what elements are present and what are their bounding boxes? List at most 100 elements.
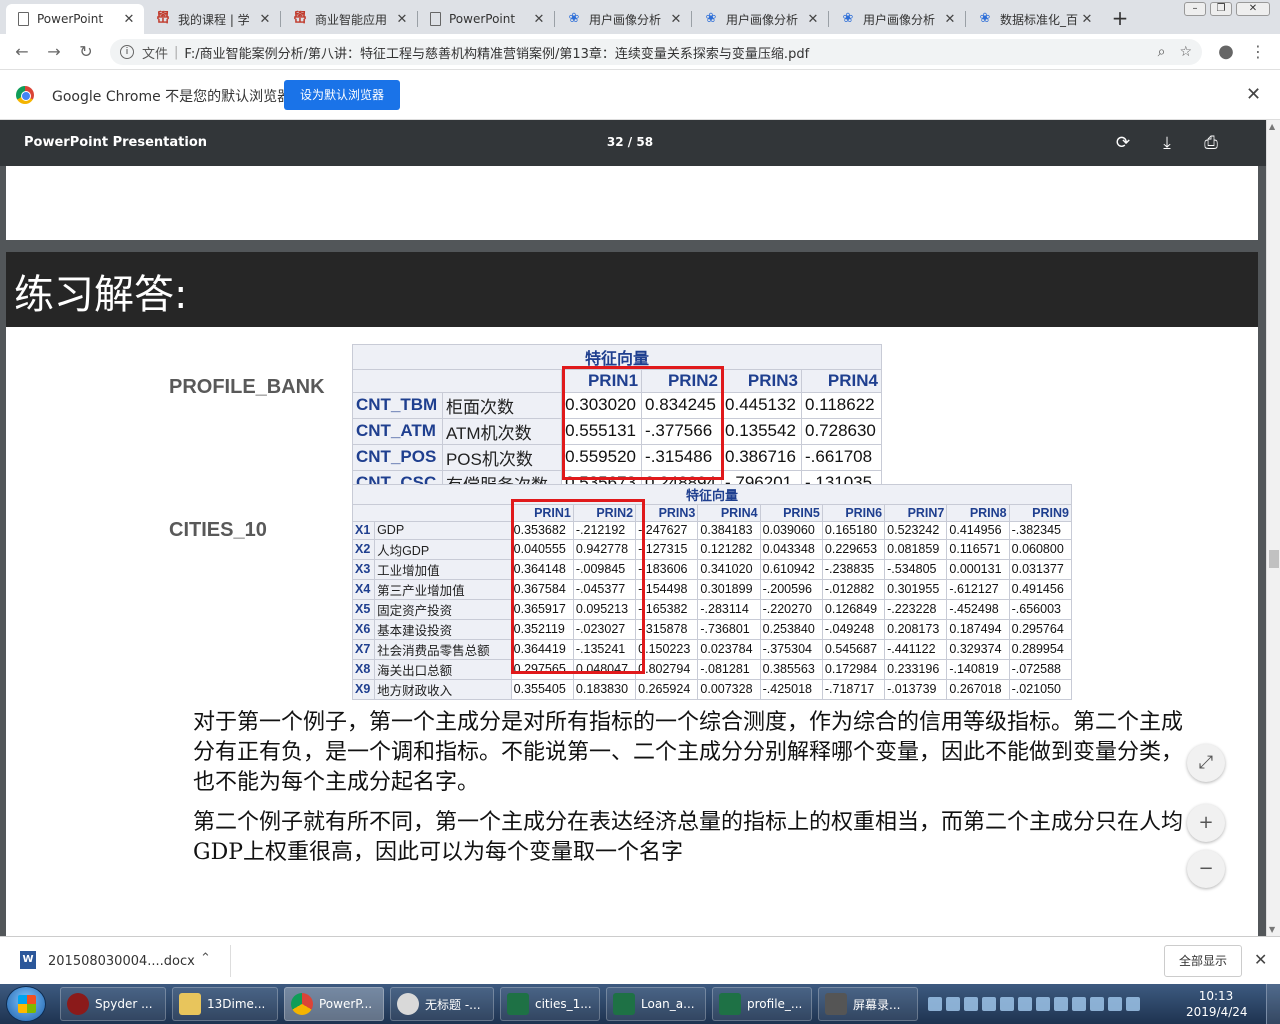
start-button[interactable] <box>6 986 46 1022</box>
download-filename[interactable]: 201508030004....docx <box>48 954 195 969</box>
flag-icon[interactable] <box>1090 997 1104 1011</box>
infobar-close-icon[interactable]: ✕ <box>1246 84 1261 105</box>
taskbar-item-chrome[interactable]: PowerP... <box>284 987 384 1021</box>
restore-icon[interactable]: ❐ <box>1210 2 1232 16</box>
fit-to-page-icon[interactable]: ⤢ <box>1187 744 1225 782</box>
taskbar-clock[interactable]: 10:13 2019/4/24 <box>1186 988 1248 1020</box>
new-tab-plus-icon[interactable]: + <box>1110 6 1130 30</box>
vertical-scrollbar[interactable]: ▲ ▼ <box>1266 120 1280 936</box>
clock-time: 10:13 <box>1198 989 1234 1003</box>
taskbar-item-excel-cities[interactable]: cities_1... <box>500 987 600 1021</box>
url-text[interactable]: F:/商业智能案例分析/第八讲：特征工程与慈善机构精准营销案例/第13章：连续变… <box>184 43 809 62</box>
profile-avatar-icon[interactable]: ● <box>1214 40 1238 64</box>
table-cell: -.425018 <box>759 678 823 700</box>
table-cell: 0.060800 <box>1008 538 1073 560</box>
browser-tab-7[interactable]: ❀ 用户画像分析 ✕ <box>829 4 965 34</box>
reload-icon[interactable]: ↻ <box>74 40 98 64</box>
excel-icon <box>507 993 529 1015</box>
shelf-close-icon[interactable]: ✕ <box>1254 950 1267 969</box>
page-indicator[interactable]: 32 / 58 <box>594 135 666 149</box>
table-cell: -.375304 <box>759 638 823 660</box>
tray-icon[interactable] <box>1018 997 1032 1011</box>
close-icon[interactable]: ✕ <box>669 12 683 27</box>
table-cell: -.200596 <box>759 578 823 600</box>
column-header: PRIN7 <box>884 503 948 523</box>
row-code: CNT_ATM <box>352 417 443 445</box>
table-cell: 0.329374 <box>946 638 1010 660</box>
taskbar-item-spyder[interactable]: Spyder ... <box>60 987 166 1021</box>
cities-table: 特征向量 PRIN1 PRIN2 PRIN3 PRIN4 PRIN5 PRIN6… <box>351 484 1073 700</box>
table-row: X2 人均GDP 0.040555 0.942778 -.127315 0.12… <box>351 538 1073 560</box>
info-icon[interactable]: i <box>120 45 134 59</box>
table-cell: 0.208173 <box>884 618 948 640</box>
tab-title: 用户画像分析 <box>863 12 936 27</box>
tray-icon[interactable] <box>1000 997 1014 1011</box>
row-label: ATM机次数 <box>441 417 563 445</box>
tray-icon[interactable] <box>982 997 996 1011</box>
back-arrow-icon[interactable]: ← <box>10 40 34 64</box>
browser-tab-5[interactable]: ❀ 用户画像分析 ✕ <box>555 4 691 34</box>
network-icon[interactable] <box>1072 997 1086 1011</box>
table-cell: -.223228 <box>884 598 948 620</box>
print-icon[interactable]: ⎙ <box>1200 132 1222 154</box>
row-label: 第三产业增加值 <box>374 578 512 600</box>
taskbar-item-excel-profile[interactable]: profile_... <box>712 987 812 1021</box>
tray-icon[interactable] <box>1108 997 1122 1011</box>
browser-tab-6[interactable]: ❀ 用户画像分析 ✕ <box>692 4 828 34</box>
chrome-icon <box>291 993 313 1015</box>
zoom-out-icon[interactable]: − <box>1187 850 1225 888</box>
browser-tab-8[interactable]: ❀ 数据标准化_百 ✕ <box>966 4 1102 34</box>
browser-tab-3[interactable]: 嶨 商业智能应用 ✕ <box>281 4 417 34</box>
volume-icon[interactable] <box>1054 997 1068 1011</box>
set-default-browser-button[interactable]: 设为默认浏览器 <box>284 80 400 110</box>
row-label: GDP <box>374 521 512 540</box>
table-cell: 0.000131 <box>946 558 1010 580</box>
scroll-thumb[interactable] <box>1269 550 1279 568</box>
tray-icon[interactable] <box>1126 997 1140 1011</box>
close-icon[interactable]: ✕ <box>806 12 820 27</box>
row-label: 海关出口总额 <box>374 658 512 680</box>
minimize-icon[interactable]: – <box>1184 2 1206 16</box>
show-all-downloads-button[interactable]: 全部显示 <box>1164 945 1242 977</box>
menu-kebab-icon[interactable]: ⋮ <box>1246 40 1270 64</box>
address-bar[interactable]: i 文件 | F:/商业智能案例分析/第八讲：特征工程与慈善机构精准营销案例/第… <box>110 39 1202 65</box>
close-icon[interactable]: ✕ <box>943 12 957 27</box>
paw-icon: ❀ <box>979 11 991 26</box>
zoom-in-icon[interactable]: + <box>1187 804 1225 842</box>
browser-tab-4[interactable]: PowerPoint ✕ <box>418 4 554 34</box>
show-desktop-button[interactable] <box>1266 984 1280 1024</box>
close-icon[interactable]: ✕ <box>122 12 136 27</box>
close-window-icon[interactable]: ✕ <box>1236 2 1270 16</box>
close-icon[interactable]: ✕ <box>1080 12 1094 27</box>
browser-tab-1[interactable]: PowerPoint ✕ <box>6 4 144 34</box>
close-icon[interactable]: ✕ <box>395 12 409 27</box>
browser-tab-2[interactable]: 嶨 我的课程 | 学 ✕ <box>144 4 280 34</box>
windows-logo-icon <box>18 995 36 1013</box>
recorder-icon <box>825 993 847 1015</box>
tray-icon[interactable] <box>964 997 978 1011</box>
tray-icon[interactable] <box>928 997 942 1011</box>
zoom-magnifier-icon[interactable]: ⌕ <box>1158 44 1166 60</box>
download-icon[interactable]: ⤓ <box>1156 132 1178 154</box>
forward-arrow-icon[interactable]: → <box>42 40 66 64</box>
table-cell: 0.385563 <box>759 658 823 680</box>
taskbar-item-recorder[interactable]: 屏幕录... <box>818 987 918 1021</box>
table-cell: 0.172984 <box>821 658 886 680</box>
slide-heading: 练习解答: <box>14 272 188 318</box>
pdf-viewport: 练习解答: PROFILE_BANK CITIES_10 特征向量 PRIN1 … <box>0 166 1266 936</box>
scroll-down-icon[interactable]: ▼ <box>1269 925 1275 934</box>
close-icon[interactable]: ✕ <box>532 12 546 27</box>
bookmark-star-icon[interactable]: ☆ <box>1179 44 1192 60</box>
tab-title: 用户画像分析 <box>589 12 662 27</box>
rotate-icon[interactable]: ⟳ <box>1112 132 1134 154</box>
help-icon[interactable] <box>946 997 960 1011</box>
taskbar-item-folder[interactable]: 13Dime... <box>172 987 278 1021</box>
tray-icon[interactable] <box>1036 997 1050 1011</box>
scroll-up-icon[interactable]: ▲ <box>1269 122 1275 131</box>
taskbar-item-excel-loan[interactable]: Loan_a... <box>606 987 706 1021</box>
taskbar-item-paint[interactable]: 无标题 -... <box>390 987 494 1021</box>
chevron-up-icon[interactable]: ⌃ <box>200 951 211 966</box>
close-icon[interactable]: ✕ <box>258 12 272 27</box>
download-shelf: W 201508030004....docx ⌃ 全部显示 ✕ <box>0 936 1280 984</box>
table-row: X9 地方财政收入 0.355405 0.183830 0.265924 0.0… <box>351 678 1073 700</box>
